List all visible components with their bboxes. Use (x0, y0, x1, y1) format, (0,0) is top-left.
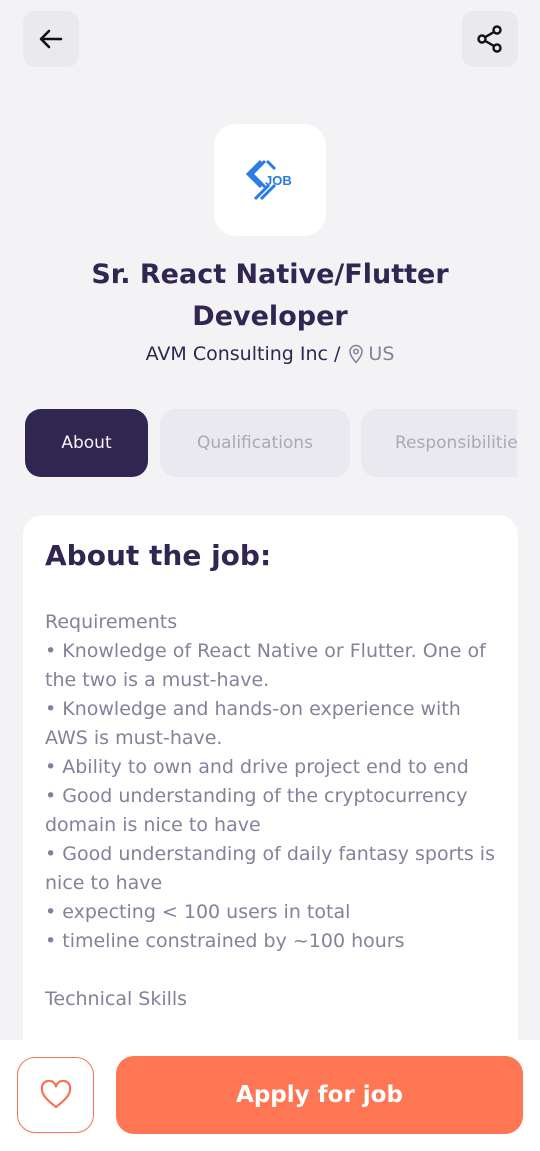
job-details-screen: JOB Sr. React Native/Flutter Developer A… (0, 0, 540, 1151)
footer-bar: Apply for job (0, 1040, 540, 1151)
logo-text: JOB (265, 173, 292, 188)
apply-button[interactable]: Apply for job (116, 1056, 523, 1134)
location: US (348, 343, 394, 365)
like-button[interactable] (17, 1057, 94, 1133)
share-button[interactable] (462, 11, 518, 67)
back-button[interactable] (23, 11, 79, 67)
company-row: AVM Consulting Inc / US (0, 343, 540, 365)
tab-bar: About Qualifications Responsibilities (0, 409, 517, 479)
location-text: US (368, 343, 395, 365)
company-logo: JOB (214, 124, 326, 236)
job-logo-icon: JOB (245, 159, 292, 201)
about-heading: About the job: (45, 539, 272, 572)
tab-responsibilities[interactable]: Responsibilities (361, 409, 517, 477)
heart-icon (40, 1080, 71, 1109)
location-pin-icon (349, 344, 364, 364)
about-card: About the job: Requirements • Knowledge … (23, 515, 518, 1075)
share-icon (477, 25, 502, 53)
tab-qualifications[interactable]: Qualifications (160, 409, 350, 477)
job-title: Sr. React Native/Flutter Developer (91, 259, 449, 332)
tab-about[interactable]: About (25, 409, 148, 477)
arrow-left-icon (39, 29, 63, 49)
company-name: AVM Consulting Inc / (145, 343, 341, 365)
job-description: Requirements • Knowledge of React Native… (45, 611, 495, 1010)
